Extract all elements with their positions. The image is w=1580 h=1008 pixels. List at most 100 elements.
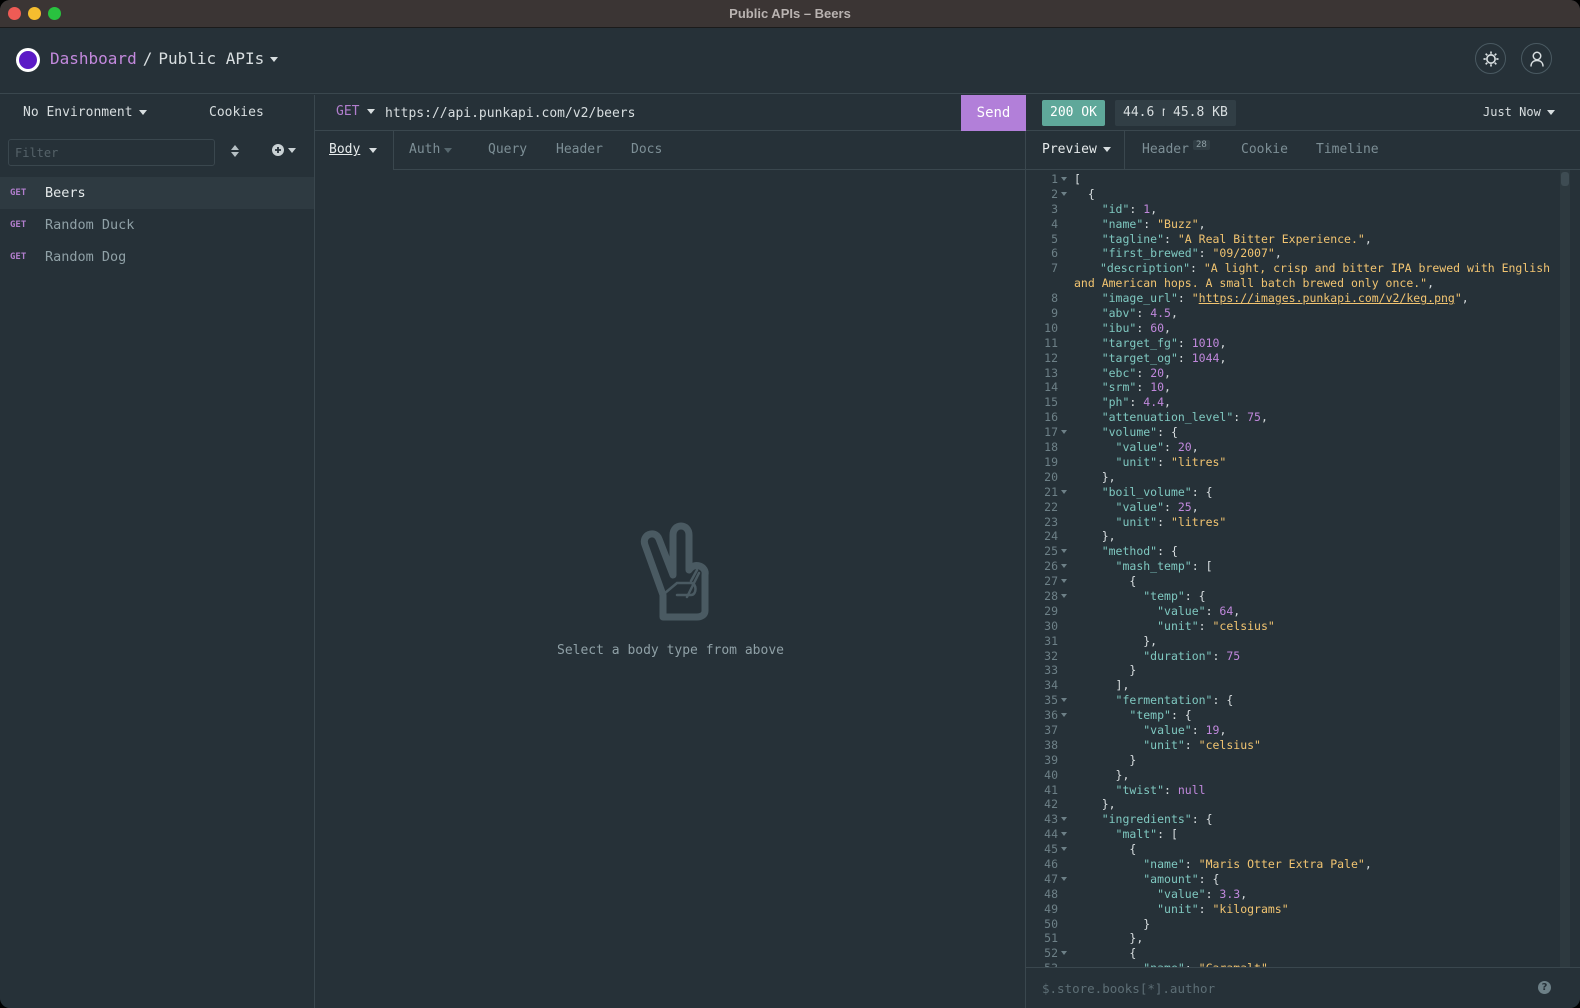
sort-button[interactable] [230,143,244,161]
sidebar-request-item[interactable]: GET Beers [0,177,314,209]
fold-toggle-icon[interactable] [1061,713,1067,718]
json-punctuation: : [1233,410,1248,425]
json-key: "unit" [1157,618,1199,633]
tab-cookie[interactable]: Cookie [1241,142,1288,157]
code-line: 33 } [1026,663,1560,678]
code-line: 19 "unit": "litres" [1026,455,1560,470]
sidebar-filter-input[interactable] [8,139,215,166]
line-number: 15 [1044,395,1058,410]
tab-auth[interactable]: Auth [409,142,440,157]
fold-toggle-icon[interactable] [1061,698,1067,703]
tab-auth-label: Auth [409,142,441,157]
tab-response-header[interactable]: Header 28 [1142,139,1210,157]
json-value: 1044 [1191,350,1220,365]
response-size-badge: 45.8 KB [1165,100,1236,126]
workspace-dropdown[interactable]: Public APIs [158,49,279,68]
tab-header[interactable]: Header [556,142,603,157]
line-number: 47 [1044,871,1058,886]
json-punctuation: : { [1212,693,1234,708]
response-history-dropdown[interactable]: Just Now [1483,105,1555,119]
line-content: "fermentation": { [1074,693,1234,708]
send-button[interactable]: Send [961,95,1026,131]
line-content: }, [1074,470,1116,485]
json-link[interactable]: https://images.punkapi.com/v2/keg.png [1199,291,1455,305]
fold-toggle-icon[interactable] [1061,817,1067,822]
url-input[interactable] [385,100,955,126]
json-punctuation: , [1191,499,1199,514]
chevron-down-icon [1546,109,1555,115]
json-punctuation: , [1150,201,1158,216]
line-number: 16 [1044,410,1058,425]
chevron-down-icon [270,57,279,62]
fold-toggle-icon[interactable] [1061,579,1067,584]
json-key: "ibu" [1101,320,1137,335]
json-punctuation: : [1198,618,1213,633]
json-punctuation: }, [1101,469,1116,484]
breadcrumb-dashboard-link[interactable]: Dashboard [50,49,137,68]
line-content: } [1074,753,1136,768]
response-filter-bar: ? [1026,967,1580,1008]
sidebar-request-item[interactable]: GET Random Duck [0,209,314,241]
add-request-button[interactable] [272,144,296,156]
tab-preview[interactable]: Preview [1042,142,1111,157]
line-number: 3 [1051,201,1058,216]
line-number: 39 [1044,752,1058,767]
code-line: 45 { [1026,842,1560,857]
line-content: } [1074,663,1136,678]
json-value: 4.5 [1150,306,1171,321]
jsonpath-filter-input[interactable] [1042,976,1532,1000]
line-number: 41 [1044,782,1058,797]
line-number: 51 [1044,931,1058,946]
json-value: 75 [1226,648,1241,663]
fold-toggle-icon[interactable] [1061,564,1067,569]
json-punctuation: : { [1157,544,1178,559]
tab-timeline[interactable]: Timeline [1316,142,1379,157]
scrollbar-thumb[interactable] [1561,172,1569,186]
code-line: 36 "temp": { [1026,708,1560,723]
fold-toggle-icon[interactable] [1061,847,1067,852]
code-line: 11 "target_fg": 1010, [1026,336,1560,351]
json-punctuation: : { [1184,588,1206,603]
json-punctuation: : [ [1157,827,1178,842]
line-content: }, [1074,797,1116,812]
fold-toggle-icon[interactable] [1061,191,1067,196]
sidebar-request-item[interactable]: GET Random Dog [0,241,314,273]
line-number: 8 [1051,291,1058,306]
help-icon[interactable]: ? [1538,981,1551,994]
fold-toggle-icon[interactable] [1061,951,1067,956]
json-string: "celsius" [1212,618,1275,633]
json-punctuation: : [1177,350,1192,365]
json-punctuation: : [1184,737,1199,752]
fold-toggle-icon[interactable] [1061,832,1067,837]
request-name-label: Random Duck [45,217,135,233]
line-content: "name": "Maris Otter Extra Pale", [1074,857,1372,872]
response-scrollbar[interactable] [1560,170,1570,968]
line-number: 33 [1044,663,1058,678]
code-line: 23 "unit": "litres" [1026,515,1560,530]
settings-button[interactable] [1475,43,1506,74]
environment-dropdown[interactable]: No Environment [23,105,147,120]
fold-toggle-icon[interactable] [1061,876,1067,881]
json-key: "tagline" [1101,231,1165,246]
fold-toggle-icon[interactable] [1061,430,1067,435]
line-content: "temp": { [1074,588,1206,604]
peace-hand-icon [640,522,709,621]
app-header: Dashboard / Public APIs [0,29,1580,94]
cookies-button[interactable]: Cookies [209,105,264,120]
line-number: 20 [1044,469,1058,484]
json-key: "unit" [1115,514,1158,529]
line-content: "target_fg": 1010, [1074,336,1227,351]
fold-toggle-icon[interactable] [1061,177,1067,181]
tab-body[interactable]: Body [329,142,360,157]
line-content: } [1074,917,1150,932]
fold-toggle-icon[interactable] [1061,489,1067,494]
fold-toggle-icon[interactable] [1061,549,1067,554]
line-content: "abv": 4.5, [1074,306,1178,321]
json-punctuation: { [1129,946,1137,961]
json-punctuation: , [1233,603,1241,618]
tab-docs[interactable]: Docs [631,142,662,157]
fold-toggle-icon[interactable] [1061,593,1067,598]
method-dropdown[interactable]: GET [336,104,376,119]
account-button[interactable] [1521,43,1552,74]
tab-query[interactable]: Query [488,142,527,157]
